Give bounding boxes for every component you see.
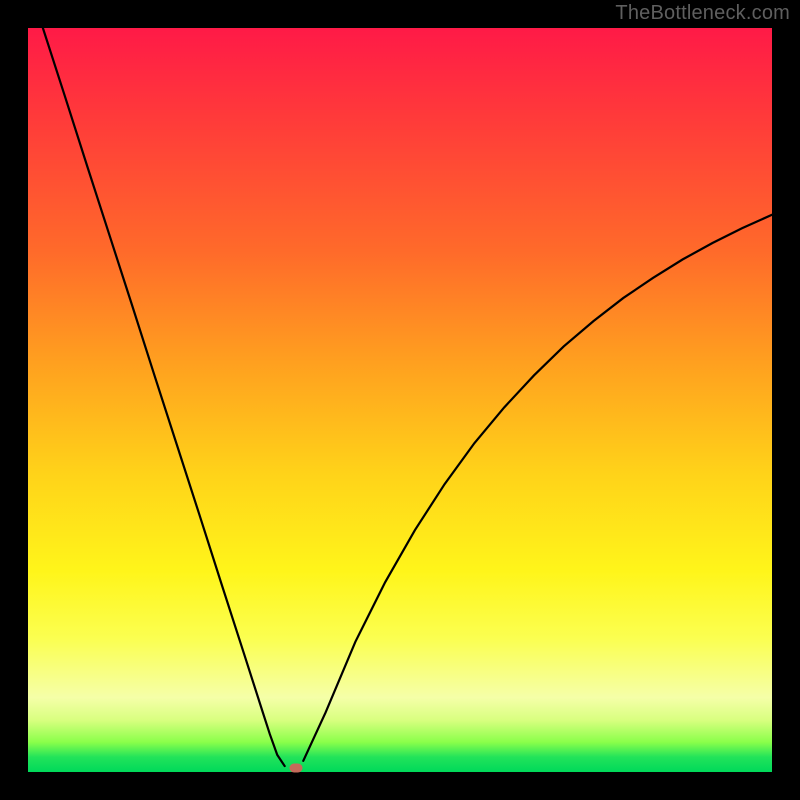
curve-left-branch xyxy=(43,28,285,766)
chart-svg xyxy=(28,28,772,772)
chart-frame: TheBottleneck.com xyxy=(0,0,800,800)
chart-plot-area xyxy=(28,28,772,772)
watermark-text: TheBottleneck.com xyxy=(615,2,790,25)
minimum-marker xyxy=(289,763,302,772)
curve-right-branch xyxy=(303,215,772,761)
